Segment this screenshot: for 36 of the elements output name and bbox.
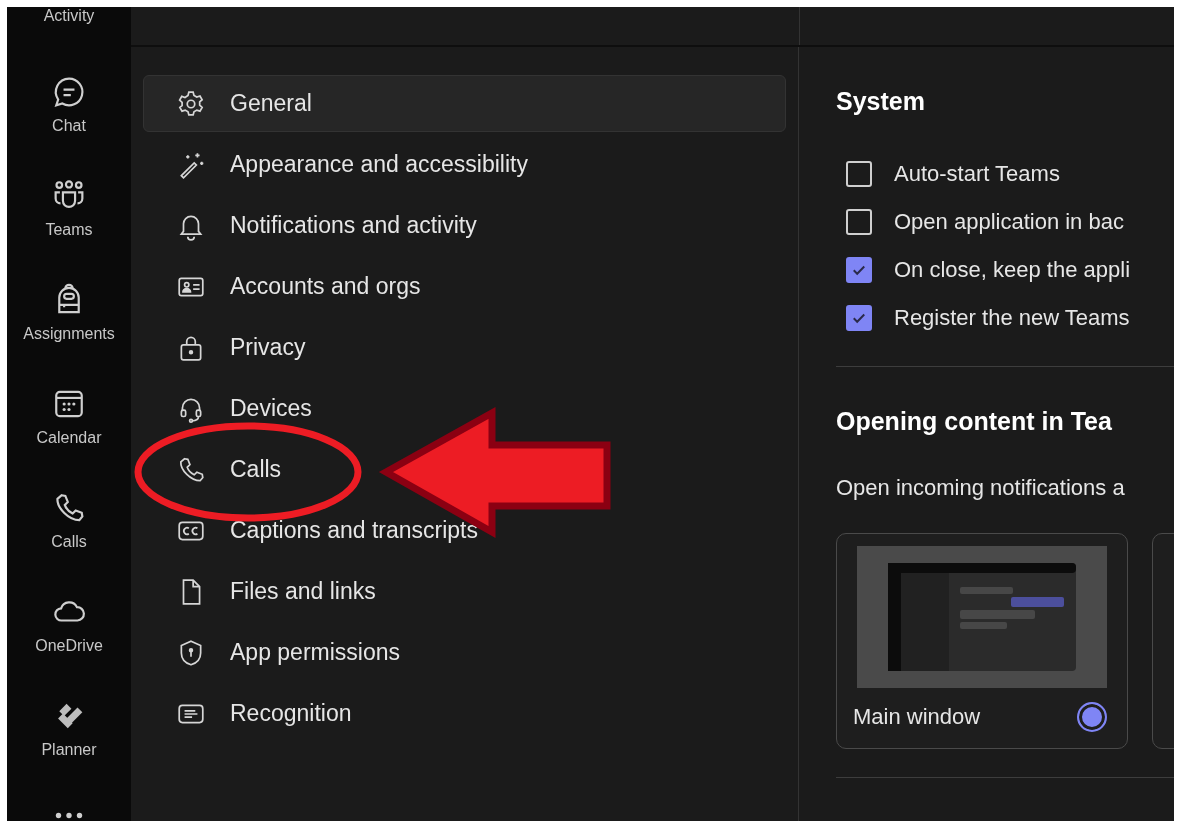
settings-menu-item[interactable]: Recognition xyxy=(143,685,786,742)
gear-icon xyxy=(176,88,206,119)
checkbox[interactable] xyxy=(846,256,872,283)
settings-menu-item[interactable]: Devices xyxy=(143,380,786,437)
rail-label[interactable]: Assignments xyxy=(23,325,115,343)
checkbox-label: Auto-start Teams xyxy=(894,160,1060,187)
checkbox[interactable] xyxy=(846,160,872,187)
rail-label[interactable]: Teams xyxy=(45,221,93,239)
settings-menu-item[interactable]: Appearance and accessibility xyxy=(143,136,786,193)
settings-menu-item[interactable]: App permissions xyxy=(143,624,786,681)
rail-label[interactable]: Planner xyxy=(41,741,97,759)
settings-menu-item[interactable]: Accounts and orgs xyxy=(143,258,786,315)
checkbox[interactable] xyxy=(846,208,872,235)
checkbox-label: On close, keep the appli xyxy=(894,256,1131,283)
option-label: Main window xyxy=(853,704,981,730)
more-icon[interactable] xyxy=(55,812,83,819)
settings-menu-item[interactable]: Notifications and activity xyxy=(143,197,786,254)
rail-label[interactable]: Calendar xyxy=(36,429,102,447)
rail-label[interactable]: Calls xyxy=(51,533,87,551)
rail-label[interactable]: Activity xyxy=(43,7,95,25)
settings-menu-item[interactable]: Privacy xyxy=(143,319,786,376)
settings-menu-item[interactable]: Calls xyxy=(143,441,786,498)
section-description: Open incoming notifications a xyxy=(836,475,1126,501)
section-heading: System xyxy=(836,87,926,117)
settings-menu-item[interactable]: General xyxy=(143,75,786,132)
checkbox[interactable] xyxy=(846,304,872,331)
settings-menu-item[interactable]: Captions and transcripts xyxy=(143,502,786,559)
rail-label[interactable]: OneDrive xyxy=(35,637,103,655)
rail-label[interactable]: Chat xyxy=(52,117,86,135)
section-heading: Opening content in Tea xyxy=(836,407,1113,437)
option-card[interactable]: Main window xyxy=(836,533,1128,749)
checkbox-label: Open application in bac xyxy=(894,208,1124,235)
checkbox-label: Register the new Teams xyxy=(894,304,1130,331)
chat-icon[interactable] xyxy=(52,75,86,109)
radio-button[interactable] xyxy=(1077,702,1107,732)
settings-menu-item[interactable]: Files and links xyxy=(143,563,786,620)
